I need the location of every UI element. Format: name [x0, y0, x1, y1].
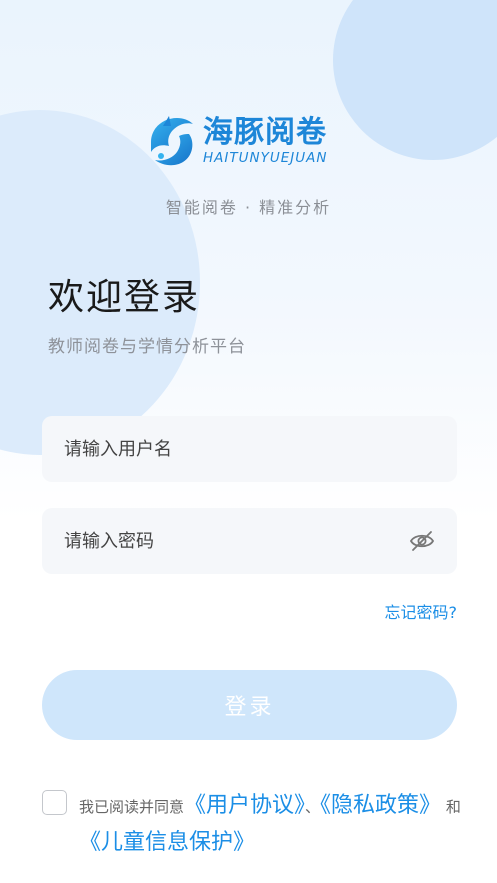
brand-slogan: 智能阅卷 · 精准分析 — [165, 198, 332, 217]
dolphin-logo-icon — [151, 116, 193, 166]
login-button[interactable]: 登录 — [42, 670, 457, 740]
agreement-conjunction: 和 — [445, 798, 461, 816]
brand-name: 海豚阅卷 — [203, 115, 327, 150]
user-agreement-link[interactable]: 《用户协议》 — [184, 793, 305, 818]
agreement-separator: 、 — [305, 798, 321, 816]
agreement-checkbox[interactable] — [42, 790, 67, 815]
username-input[interactable] — [64, 438, 435, 460]
brand-logo: 海豚阅卷 HAITUNYUEJUAN — [143, 112, 358, 170]
password-input[interactable] — [64, 530, 409, 552]
agreement-prefix: 我已阅读并同意 — [79, 798, 185, 816]
page-title: 欢迎登录 — [48, 277, 201, 318]
privacy-policy-link[interactable]: 《隐私政策》 — [320, 793, 441, 818]
brand-name-pinyin: HAITUNYUEJUAN — [203, 150, 328, 166]
forgot-password-link[interactable]: 忘记密码? — [385, 599, 458, 623]
agreement-text: 我已阅读并同意《用户协议》、《隐私政策》 和 《儿童信息保护》 — [79, 788, 462, 862]
child-protection-link[interactable]: 《儿童信息保护》 — [79, 830, 255, 855]
agreement-row: 我已阅读并同意《用户协议》、《隐私政策》 和 《儿童信息保护》 — [42, 788, 462, 862]
page-subtitle: 教师阅卷与学情分析平台 — [48, 337, 246, 357]
eye-off-icon[interactable] — [409, 528, 435, 554]
password-field[interactable] — [42, 508, 457, 574]
username-field[interactable] — [42, 416, 457, 482]
